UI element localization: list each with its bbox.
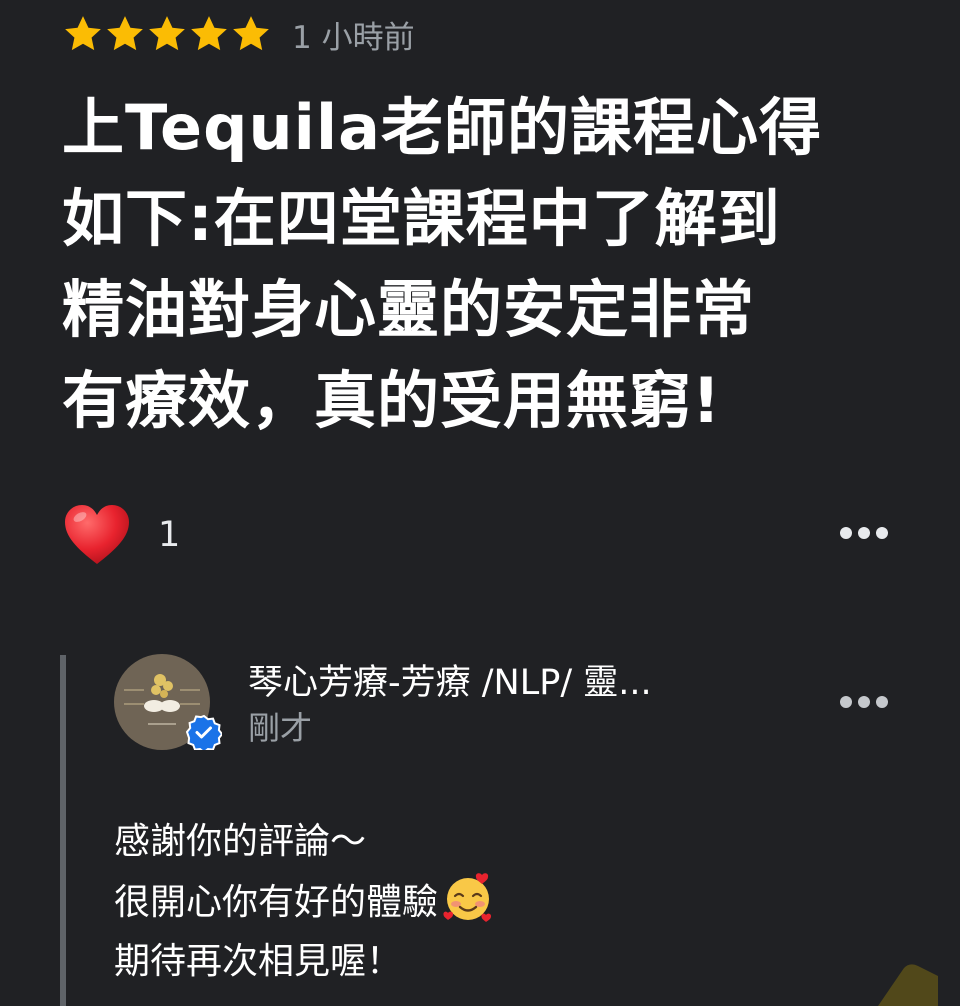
- reply-indent-bar: [60, 655, 66, 1006]
- reply-line: 感謝你的評論～: [114, 821, 367, 862]
- reply-more-options-button[interactable]: [836, 682, 892, 722]
- owner-name[interactable]: 琴心芳療-芳療 /NLP/ 靈...: [248, 660, 748, 706]
- reply-time: 剛才: [248, 709, 313, 747]
- star-rating: [62, 13, 272, 55]
- decorative-shape: [878, 964, 938, 1006]
- rating-row: 1 小時前: [62, 10, 415, 58]
- more-horizontal-icon: [840, 696, 852, 708]
- reply-text: 感謝你的評論～ 很開心你有好的體驗 期待再次相見喔！: [114, 812, 874, 991]
- review-more-options-button[interactable]: [836, 513, 892, 553]
- review-time: 1 小時前: [292, 19, 415, 56]
- reply-line: 期待再次相見喔！: [114, 941, 403, 982]
- star-icon: [188, 13, 230, 55]
- review-text: 上Tequila老師的課程心得 如下:在四堂課程中了解到 精油對身心靈的安定非常…: [62, 91, 822, 437]
- more-horizontal-icon: [840, 527, 852, 539]
- red-heart-icon[interactable]: [62, 502, 132, 568]
- reply-line: 很開心你有好的體驗: [114, 871, 874, 932]
- verified-check-icon: [186, 714, 222, 750]
- like-count: 1: [158, 515, 181, 555]
- star-icon: [62, 13, 104, 55]
- star-icon: [104, 13, 146, 55]
- reaction-row: 1: [62, 500, 180, 570]
- reply-line-text: 很開心你有好的體驗: [114, 882, 439, 923]
- smiling-face-with-hearts-icon: [442, 871, 494, 923]
- star-icon: [230, 13, 272, 55]
- star-icon: [146, 13, 188, 55]
